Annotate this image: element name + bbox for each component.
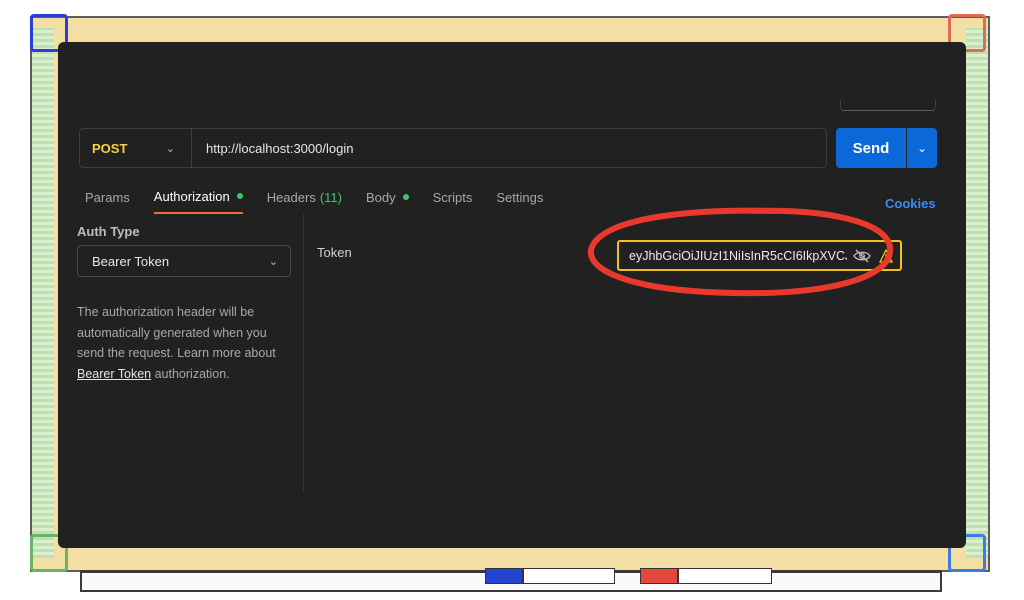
status-dot [236,193,243,199]
tab-label: Body [365,189,396,205]
tab-label: Params [85,189,130,205]
tab-headers[interactable]: Headers (11) [267,188,342,214]
chevron-down-icon: ⌄ [165,142,175,155]
method-select[interactable]: POST ⌄ [80,129,192,167]
send-dropdown-button[interactable]: ⌄ [907,128,937,168]
tab-authorization[interactable]: Authorization [153,188,243,214]
tab-label: Settings [496,189,544,205]
url-input[interactable]: http://localhost:3000/login [192,141,353,156]
auth-type-select[interactable]: Bearer Token ⌄ [77,245,291,277]
cookies-link[interactable]: Cookies [885,196,936,211]
tab-label: Headers [266,189,316,205]
eye-off-icon[interactable] [853,249,871,263]
auth-type-label: Auth Type [77,224,140,239]
chevron-down-icon: ⌄ [916,141,928,155]
tab-params[interactable]: Params [85,188,130,214]
token-value: eyJhbGciOiJIUzI1NiIsInR5cCI6IkpXVCJ9 [629,248,847,263]
panel-divider [303,214,304,492]
send-button[interactable]: Send [836,128,906,168]
tab-scripts[interactable]: Scripts [433,188,473,214]
tab-settings[interactable]: Settings [496,188,543,214]
auth-description-text: The authorization header will be automat… [77,305,276,360]
tab-label: Scripts [432,189,473,205]
red-marker-body [678,568,772,584]
status-dot [402,194,409,200]
auth-description-tail: authorization. [151,366,230,381]
tab-label: Authorization [153,188,230,204]
toolbar-pill [840,100,936,111]
token-input[interactable]: eyJhbGciOiJIUzI1NiIsInR5cCI6IkpXVCJ9 [617,240,902,271]
api-client-window: POST ⌄ http://localhost:3000/login Send … [58,42,966,548]
frame-left-strip [32,28,54,558]
blue-marker-body [523,568,615,584]
auth-description: The authorization header will be automat… [77,302,293,384]
red-marker-cap [640,568,678,584]
token-label: Token [317,245,352,260]
auth-type-value: Bearer Token [92,253,170,269]
method-label: POST [92,140,128,156]
warning-icon [879,248,893,263]
chevron-down-icon: ⌄ [268,255,278,268]
bearer-token-link[interactable]: Bearer Token [77,367,151,381]
request-tabs: Params Authorization Headers (11) Body S… [85,188,567,214]
request-url-bar: POST ⌄ http://localhost:3000/login [79,128,827,168]
blue-marker-cap [485,568,523,584]
tab-body[interactable]: Body [366,188,409,214]
frame-right-strip [966,28,988,558]
tab-count-badge: (11) [319,189,342,205]
